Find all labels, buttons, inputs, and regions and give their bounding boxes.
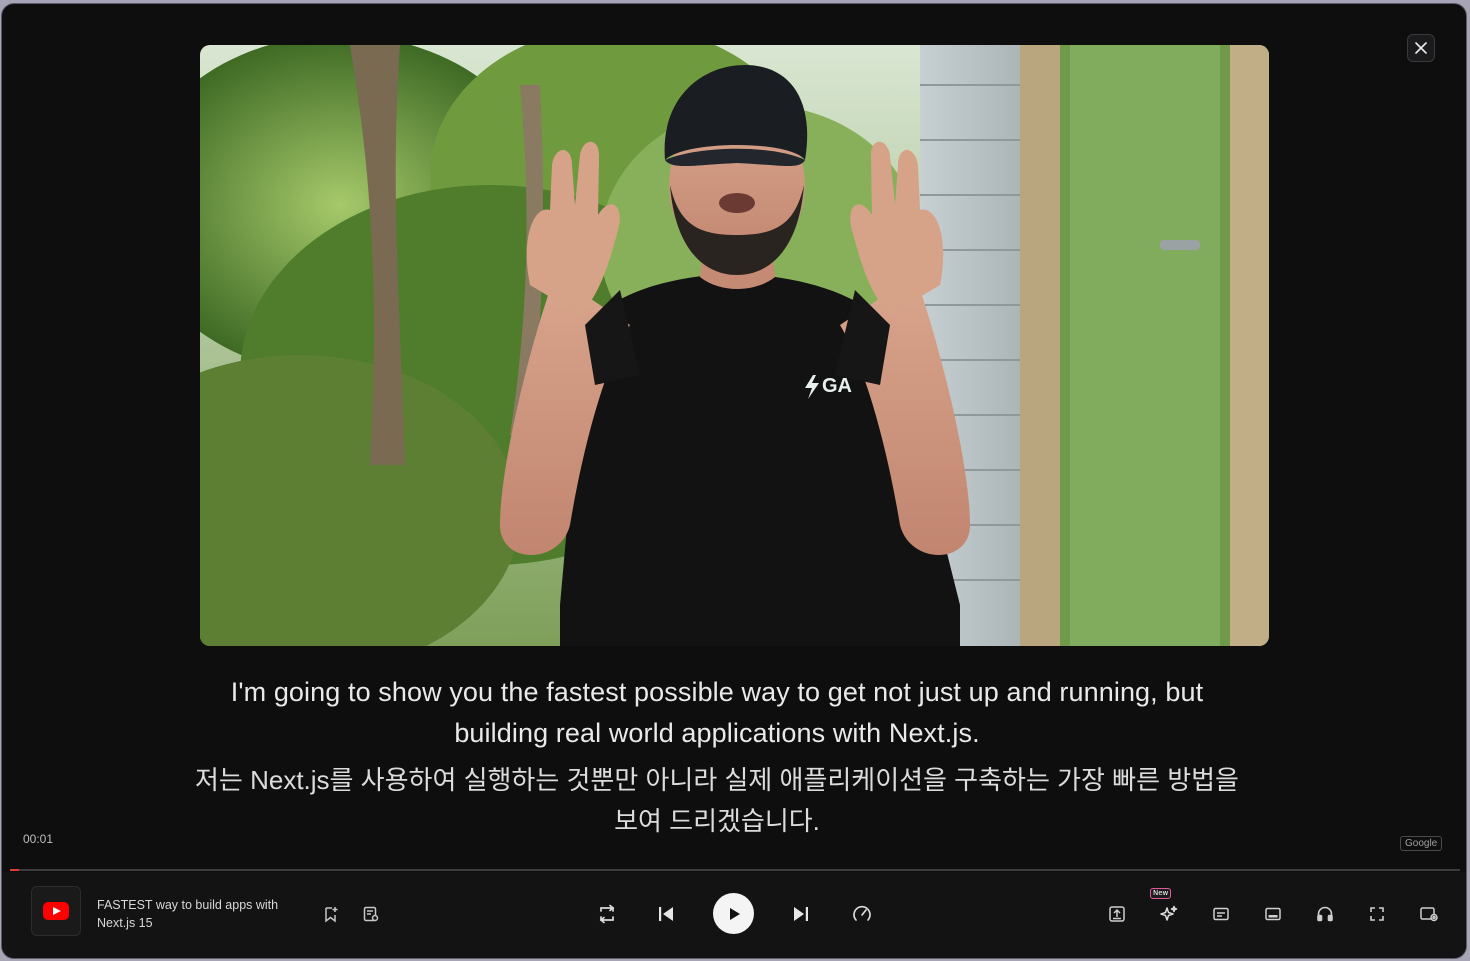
control-bar: FASTEST way to build apps with Next.js 1… [2, 872, 1466, 958]
progress-fill [10, 869, 19, 871]
new-badge: New [1150, 888, 1172, 899]
video-image: GA [200, 45, 1269, 646]
export-icon [1109, 906, 1125, 922]
skip-previous-icon [659, 907, 673, 921]
play-button[interactable] [713, 893, 754, 934]
playlist-settings-icon [363, 906, 379, 922]
next-button[interactable] [786, 899, 816, 929]
video-frame[interactable]: GA [200, 45, 1269, 646]
translation-source-badge: Google [1400, 836, 1443, 851]
fullscreen-icon [1370, 907, 1384, 921]
previous-button[interactable] [651, 899, 681, 929]
track-title: FASTEST way to build apps with Next.js 1… [97, 898, 279, 930]
bookmark-add-icon [325, 907, 338, 923]
ai-assistant-button[interactable]: New [1150, 888, 1184, 929]
playlist-settings-button[interactable] [356, 899, 386, 929]
subtitles: I'm going to show you the fastest possib… [182, 672, 1252, 842]
video-player-window: GA I'm going to show you the fastest pos… [2, 4, 1466, 958]
fullscreen-button[interactable] [1362, 899, 1392, 929]
source-logo-button[interactable] [31, 886, 81, 936]
ai-sparkle-icon [1160, 905, 1178, 921]
progress-bar[interactable] [10, 869, 1460, 871]
subtitle-panel-icon [1265, 907, 1281, 921]
close-icon [1415, 42, 1427, 54]
audio-button[interactable] [1310, 899, 1340, 929]
bookmark-button[interactable] [316, 899, 346, 929]
playback-speed-icon [853, 905, 871, 921]
repeat-button[interactable] [592, 899, 622, 929]
repeat-icon [599, 904, 615, 924]
skip-next-icon [794, 907, 808, 921]
captions-icon [1213, 907, 1229, 921]
headphones-icon [1317, 906, 1333, 922]
playback-speed-button[interactable] [847, 899, 877, 929]
subtitle-korean: 저는 Next.js를 사용하여 실행하는 것뿐만 아니라 실제 애플리케이션을… [195, 765, 1239, 836]
subtitle-panel-button[interactable] [1258, 899, 1288, 929]
youtube-logo [43, 902, 69, 920]
export-button[interactable] [1102, 899, 1132, 929]
close-button[interactable] [1407, 34, 1435, 62]
display-settings-icon [1420, 907, 1438, 922]
subtitle-english: I'm going to show you the fastest possib… [230, 677, 1204, 748]
captions-button[interactable] [1206, 899, 1236, 929]
current-time: 00:01 [23, 832, 54, 846]
play-icon [729, 907, 740, 920]
shirt-logo: GA [822, 375, 852, 397]
display-settings-button[interactable] [1414, 899, 1444, 929]
